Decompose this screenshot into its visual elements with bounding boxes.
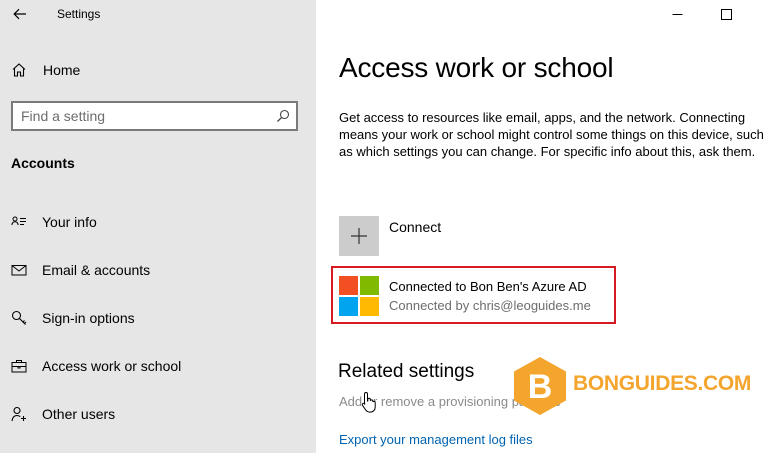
sidebar-item-your-info[interactable]: Your info: [0, 207, 316, 237]
sidebar-item-label: Access work or school: [42, 358, 182, 374]
maximize-button[interactable]: [706, 0, 746, 28]
sidebar-home[interactable]: Home: [0, 56, 316, 84]
account-name: Connected to Bon Ben's Azure AD: [389, 279, 587, 294]
watermark-letter: B: [528, 368, 553, 406]
person-card-icon: [11, 216, 26, 226]
connect-button[interactable]: Connect: [339, 216, 499, 256]
mail-icon: [11, 265, 27, 276]
app-title: Settings: [57, 7, 101, 21]
search-icon[interactable]: [276, 109, 290, 123]
minimize-button[interactable]: [657, 0, 697, 28]
connect-label: Connect: [389, 219, 442, 235]
logo-square-red: [339, 276, 358, 295]
search-placeholder: Find a setting: [21, 108, 106, 124]
home-icon: [12, 63, 26, 77]
logo-square-green: [360, 276, 379, 295]
back-button[interactable]: [8, 2, 32, 26]
microsoft-logo-icon: [339, 276, 379, 316]
sidebar-item-access-work-school[interactable]: Access work or school: [0, 351, 316, 381]
watermark: B BONGUIDES.COM: [512, 356, 751, 416]
person-add-icon: [11, 406, 26, 422]
connected-account-item[interactable]: Connected to Bon Ben's Azure AD Connecte…: [331, 266, 616, 324]
page-description: Get access to resources like email, apps…: [339, 110, 764, 159]
sidebar-item-label: Other users: [42, 406, 116, 422]
page-title: Access work or school: [339, 52, 614, 83]
connect-tile: [339, 216, 379, 256]
logo-square-yellow: [360, 297, 379, 316]
minimize-icon: [672, 13, 682, 15]
sidebar-item-label: Sign-in options: [42, 310, 135, 326]
export-log-files-link[interactable]: Export your management log files: [339, 432, 533, 447]
sidebar-item-sign-in-options[interactable]: Sign-in options: [0, 303, 316, 333]
key-icon: [11, 310, 27, 325]
sidebar-item-label: Your info: [42, 214, 97, 230]
plus-icon: [351, 228, 367, 244]
sidebar-item-email-accounts[interactable]: Email & accounts: [0, 255, 316, 285]
briefcase-icon: [11, 360, 27, 373]
logo-square-blue: [339, 297, 358, 316]
accounts-section-title: Accounts: [11, 155, 75, 171]
watermark-text: BONGUIDES.COM: [573, 372, 752, 395]
sidebar-item-other-users[interactable]: Other users: [0, 399, 316, 429]
search-input[interactable]: Find a setting: [11, 101, 298, 131]
hand-cursor-icon: [361, 391, 376, 413]
account-connected-by: Connected by chris@leoguides.me: [389, 298, 591, 313]
sidebar-item-label: Email & accounts: [42, 262, 151, 278]
related-settings-title: Related settings: [338, 361, 475, 382]
arrow-left-icon: [13, 8, 26, 20]
sidebar: Settings Home Find a setting Accounts Yo…: [0, 0, 316, 453]
bonguides-logo-icon: B: [514, 357, 566, 415]
maximize-icon: [720, 8, 732, 20]
home-label: Home: [43, 62, 81, 78]
